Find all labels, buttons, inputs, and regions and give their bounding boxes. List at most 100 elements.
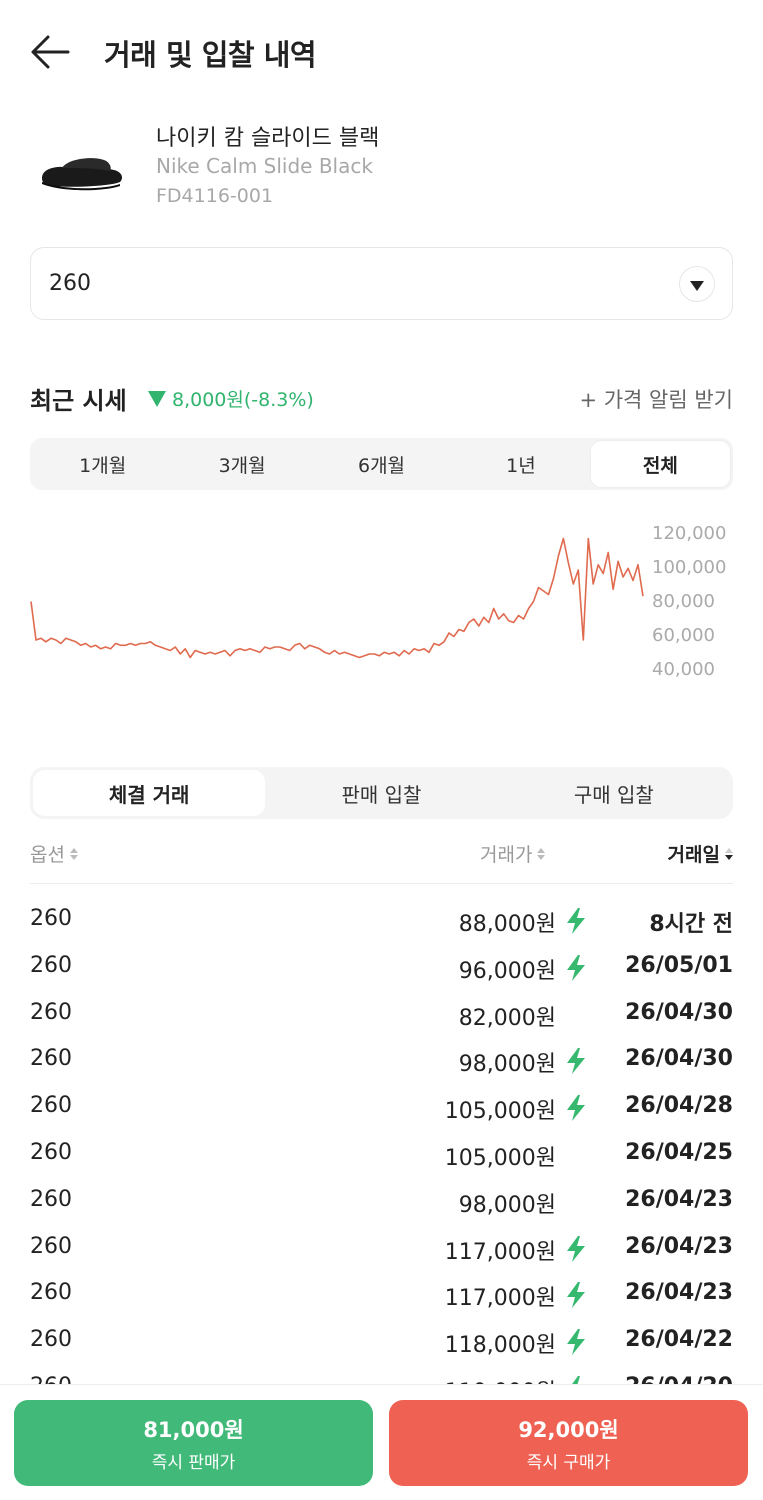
row-option: 260	[30, 1327, 72, 1353]
y-tick-label: 60,000	[652, 625, 715, 646]
row-date: 26/04/30	[625, 999, 733, 1025]
row-date: 8시간 전	[649, 912, 733, 937]
price-chart[interactable]: 120,000 100,000 80,000 60,000 40,000	[30, 515, 730, 695]
trade-list: 260 88,000원 8시간 전 260 96,000원 26/05/01 260 82,0…	[30, 898, 733, 1384]
header-option[interactable]: 옵션	[30, 840, 78, 867]
row-option: 260	[30, 1280, 72, 1306]
product-image	[42, 158, 122, 191]
row-date: 26/04/23	[625, 1280, 733, 1306]
lightning-bolt-icon	[567, 1235, 585, 1262]
row-price: 82,000원	[458, 1005, 556, 1031]
header-price[interactable]: 거래가	[480, 840, 546, 867]
tab-all[interactable]: 전체	[590, 441, 731, 487]
instant-sell-button[interactable]: 81,000원 즉시 판매가	[14, 1400, 373, 1486]
price-change: 8,000원(-8.3%)	[148, 385, 314, 412]
row-price: 118,000원	[444, 1333, 556, 1359]
row-price: 105,000원	[444, 1099, 556, 1125]
lightning-bolt-icon	[567, 1329, 585, 1356]
table-row: 260 118,000원 26/04/22	[30, 1319, 733, 1366]
row-date: 26/05/01	[625, 952, 733, 978]
sort-icon	[537, 847, 546, 860]
y-tick-label: 80,000	[652, 591, 715, 612]
row-price: 117,000원	[444, 1286, 556, 1312]
row-date: 26/04/30	[625, 1046, 733, 1072]
row-option: 260	[30, 906, 72, 931]
instant-buy-price: 92,000원	[518, 1417, 619, 1442]
instant-sell-price: 81,000원	[143, 1417, 244, 1442]
price-summary-title: 최근 시세	[30, 387, 127, 415]
sort-icon	[725, 847, 733, 860]
row-price: 98,000원	[458, 1052, 556, 1078]
row-price: 98,000원	[458, 1192, 556, 1218]
table-row: 260 96,000원 26/05/01	[30, 945, 733, 992]
lightning-bolt-icon	[572, 1375, 580, 1384]
row-option: 260	[30, 1139, 72, 1165]
lightning-bolt-icon	[567, 954, 585, 981]
period-tabs: 1개월 3개월 6개월 1년 전체	[30, 438, 733, 490]
table-row: 260 110,000원 26/04/20	[30, 1366, 733, 1384]
bottom-bar: 81,000원 즉시 판매가 92,000원 즉시 구매가	[0, 1384, 763, 1500]
dropdown-arrow-icon	[679, 266, 715, 302]
header-date-label: 거래일	[667, 844, 720, 866]
row-option: 260	[30, 1046, 72, 1072]
product-info[interactable]: 나이키 캄 슬라이드 블랙 Nike Calm Slide Black FD41…	[0, 110, 763, 220]
y-tick-label: 120,000	[652, 523, 727, 544]
tab-buy-bids[interactable]: 구매 입찰	[498, 770, 730, 816]
size-value: 260	[49, 271, 91, 296]
product-code: FD4116-001	[156, 185, 274, 207]
price-line	[30, 537, 644, 659]
sort-icon	[69, 847, 78, 860]
instant-buy-label: 즉시 구매가	[526, 1452, 611, 1473]
row-date: 26/04/28	[625, 1093, 733, 1119]
instant-sell-label: 즉시 판매가	[151, 1452, 236, 1473]
page-title: 거래 및 입찰 내역	[104, 38, 317, 72]
y-tick-label: 100,000	[652, 557, 727, 578]
row-price: 105,000원	[444, 1145, 556, 1171]
tab-1-month[interactable]: 1개월	[33, 441, 172, 487]
table-row: 260 117,000원 26/04/23	[30, 1272, 733, 1319]
row-date: 26/04/23	[625, 1186, 733, 1212]
header-price-label: 거래가	[480, 844, 533, 866]
header-date[interactable]: 거래일	[668, 840, 733, 867]
product-name-ko: 나이키 캄 슬라이드 블랙	[156, 126, 380, 151]
price-alert-button[interactable]: + 가격 알림 받기	[579, 384, 733, 414]
tab-completed-trades[interactable]: 체결 거래	[33, 770, 266, 816]
header: 거래 및 입찰 내역	[0, 0, 763, 104]
row-option: 260	[30, 999, 72, 1025]
row-date: 26/04/22	[625, 1327, 733, 1353]
tab-sell-bids[interactable]: 판매 입찰	[265, 770, 497, 816]
tab-1-year[interactable]: 1년	[451, 441, 590, 487]
table-row: 260 105,000원 26/04/28	[30, 1085, 733, 1132]
table-row: 260 82,000원 26/04/30	[30, 992, 733, 1039]
trade-tabs: 체결 거래 판매 입찰 구매 입찰	[30, 767, 733, 819]
row-option: 260	[30, 952, 72, 978]
row-price: 117,000원	[444, 1239, 556, 1265]
row-date: 26/04/25	[625, 1139, 733, 1165]
lightning-bolt-icon	[567, 1095, 585, 1122]
row-option: 260	[30, 1186, 72, 1212]
lightning-bolt-icon	[567, 908, 585, 934]
tab-6-months[interactable]: 6개월	[312, 441, 451, 487]
lightning-bolt-icon	[567, 1282, 585, 1309]
row-price: 96,000원	[458, 958, 556, 984]
row-date: 26/04/20	[625, 1374, 733, 1384]
table-row: 260 117,000원 26/04/23	[30, 1226, 733, 1273]
table-row: 260 88,000원 8시간 전	[30, 898, 733, 945]
row-option: 260	[30, 1233, 72, 1259]
row-price: 110,000원	[445, 1374, 556, 1384]
row-option: 260	[30, 1374, 72, 1384]
row-date: 26/04/23	[625, 1233, 733, 1259]
table-row: 260 98,000원 26/04/23	[30, 1179, 733, 1226]
table-row: 260 98,000원 26/04/30	[30, 1038, 733, 1085]
row-option: 260	[30, 1093, 72, 1119]
price-change-value: 8,000원(-8.3%)	[172, 389, 314, 411]
instant-buy-button[interactable]: 92,000원 즉시 구매가	[389, 1400, 748, 1486]
back-button[interactable]	[28, 30, 72, 74]
tab-3-months[interactable]: 3개월	[172, 441, 311, 487]
table-row: 260 105,000원 26/04/25	[30, 1132, 733, 1179]
price-chart-svg	[30, 537, 644, 659]
header-option-label: 옵션	[30, 844, 65, 866]
down-triangle-icon	[148, 390, 166, 407]
back-arrow-icon	[31, 35, 70, 69]
size-select[interactable]: 260	[30, 247, 733, 320]
